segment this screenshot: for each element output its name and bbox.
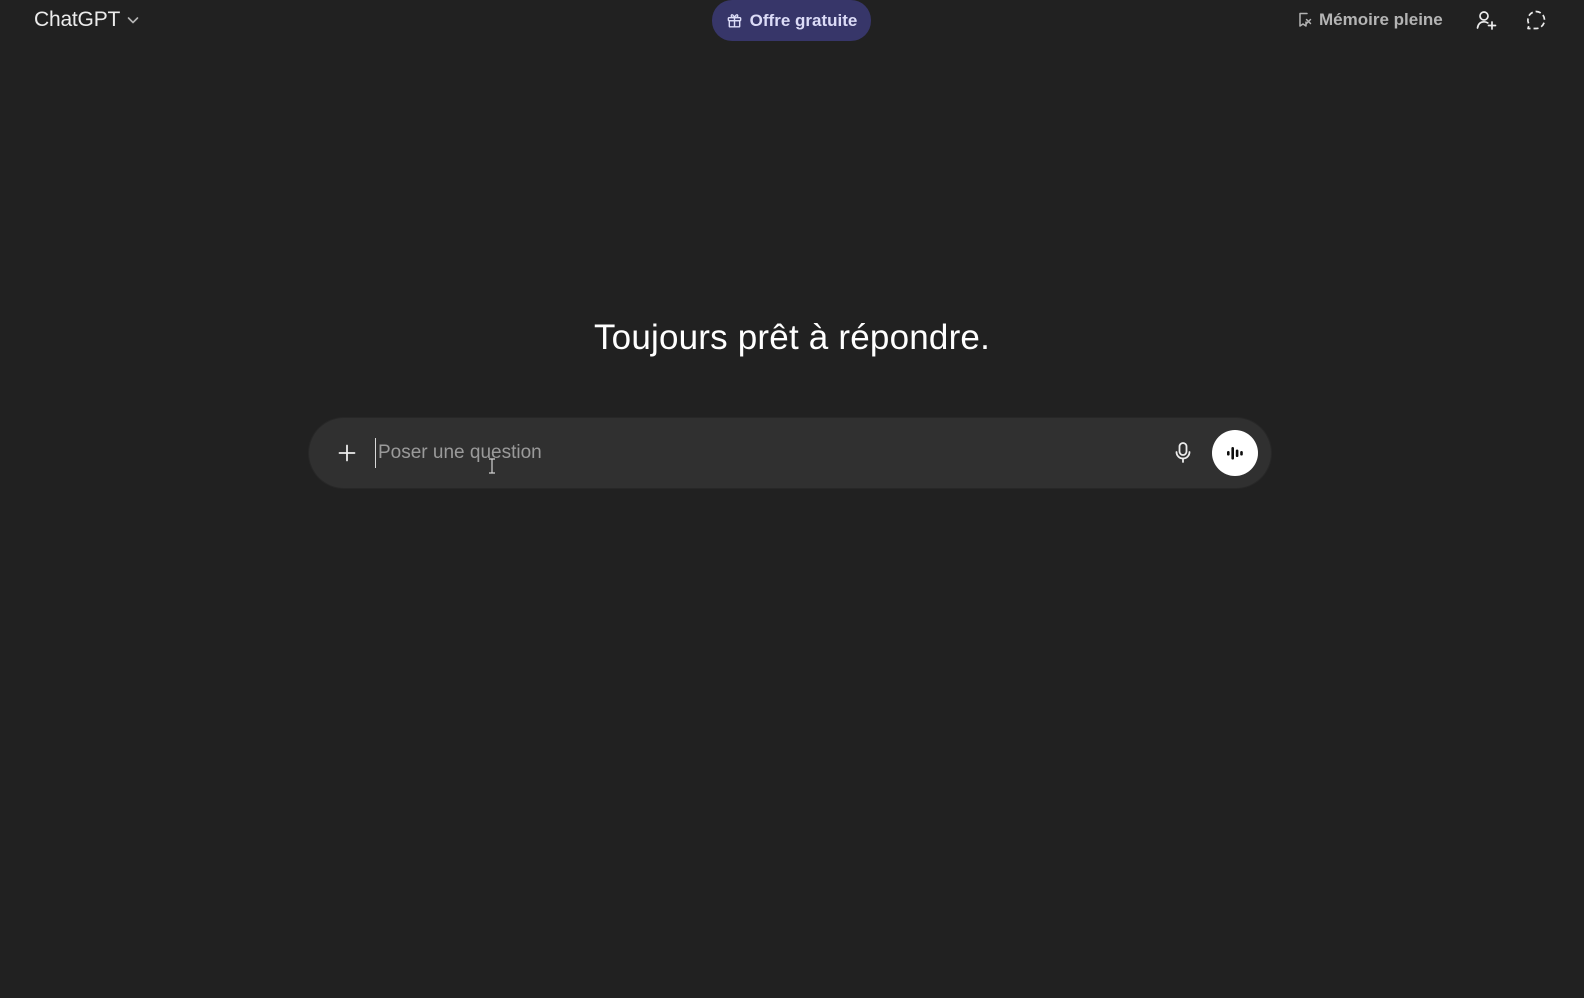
temporary-chat-icon bbox=[1525, 9, 1547, 31]
voice-mode-icon bbox=[1224, 442, 1246, 464]
model-selector[interactable]: ChatGPT bbox=[26, 4, 148, 36]
microphone-icon bbox=[1173, 441, 1193, 465]
prompt-composer bbox=[309, 418, 1271, 488]
voice-mode-button[interactable] bbox=[1212, 430, 1258, 476]
welcome-headline: Toujours prêt à répondre. bbox=[593, 318, 991, 357]
chevron-down-icon bbox=[126, 13, 140, 27]
memory-full-label: Mémoire pleine bbox=[1319, 10, 1443, 29]
memory-full-icon bbox=[1297, 11, 1313, 29]
add-user-button[interactable] bbox=[1470, 4, 1502, 36]
model-label: ChatGPT bbox=[34, 8, 121, 31]
memory-full-indicator[interactable]: Mémoire pleine bbox=[1297, 4, 1443, 36]
top-bar: ChatGPT Offre gratuite Mémoire pleine bbox=[0, 0, 1584, 41]
gift-icon bbox=[726, 12, 743, 29]
chatgpt-window: ChatGPT Offre gratuite Mémoire pleine To… bbox=[0, 0, 1584, 998]
attach-button[interactable] bbox=[331, 437, 363, 469]
temporary-chat-button[interactable] bbox=[1520, 4, 1552, 36]
free-offer-label: Offre gratuite bbox=[749, 10, 858, 30]
add-user-icon bbox=[1475, 9, 1497, 31]
dictate-button[interactable] bbox=[1170, 440, 1196, 466]
text-cursor-pointer bbox=[487, 458, 497, 474]
free-offer-button[interactable]: Offre gratuite bbox=[712, 0, 871, 41]
plus-icon bbox=[337, 443, 357, 463]
